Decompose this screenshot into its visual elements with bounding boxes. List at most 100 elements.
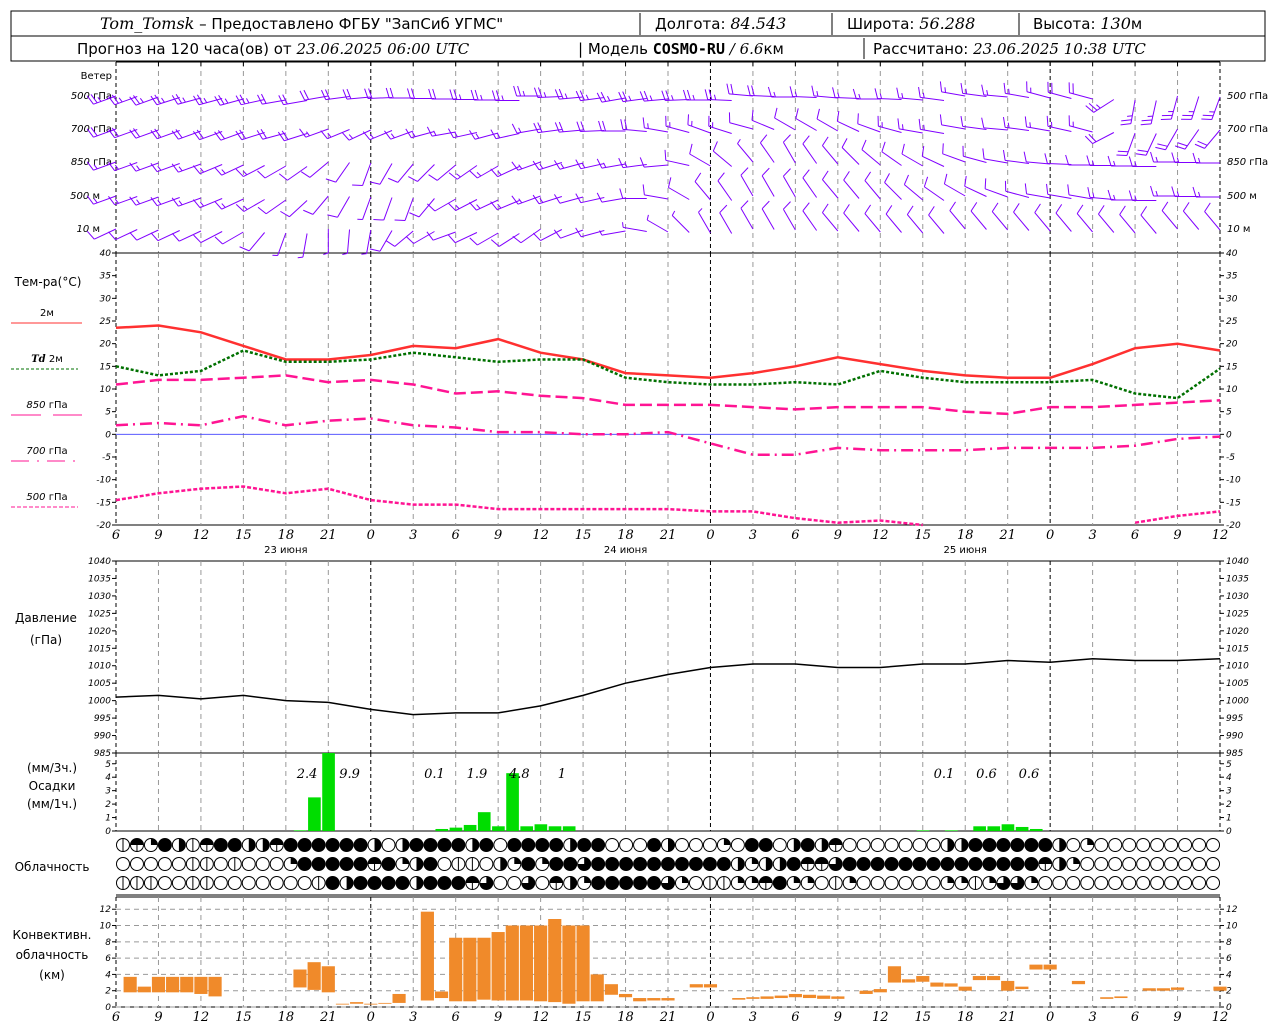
wind-barb-half-feather [1155,156,1159,163]
cloud-symbol [898,876,913,890]
wind-barb-feather [511,123,518,134]
cloud-symbol [157,876,172,890]
cloud-symbol [744,838,759,852]
wind-barb-half-feather [1007,122,1010,128]
wind-barb-staff [498,233,520,247]
cloud-symbol [521,876,536,890]
wind-barb-staff [970,210,987,230]
wind-barb-icon [1160,95,1179,120]
cloud-symbol [856,876,871,890]
convective-cloud-bar [958,986,972,991]
cloud-symbol [842,838,857,852]
wind-barb-feather [1002,149,1006,161]
wind-barb-icon [737,138,754,163]
wind-barb-feather [982,148,985,159]
wind-barb-icon [193,94,223,106]
wind-barb-feather [761,167,770,177]
cloud-symbol [800,838,815,852]
cloud-symbol [730,857,745,871]
wind-barb-icon [1135,133,1157,156]
cloud-symbol [116,876,130,890]
wind-barb-half-feather [136,165,141,171]
wind-barb-icon [759,134,775,163]
precip-tick-label-right: 1 [1226,814,1232,824]
cloud-circle-icon [1066,876,1081,890]
cloud-half-icon [779,857,787,871]
pressure-tick-label: 1035 [88,574,111,584]
convective-cloud-bar [916,976,930,982]
cloud-half-icon [1038,857,1052,864]
cloud-symbol [577,857,592,871]
cloud-circle-icon [1150,857,1165,871]
cloud-symbol [591,838,606,852]
wind-barb-staff [841,147,860,165]
wind-barb-icon [843,171,860,199]
precip-bar [916,830,930,831]
precip-tick-label: 0 [105,827,111,837]
cloud-symbol [451,857,466,871]
wind-barb-icon [639,157,669,168]
cloud-circle-icon [381,838,396,852]
latitude: Широта: 56.288 [847,14,975,33]
cloud-full-icon [912,857,927,871]
wind-barb-staff [671,215,690,233]
wind-barb-staff [222,231,244,245]
wind-barb-icon [712,141,733,167]
wind-barb-icon [964,175,987,197]
cloud-circle-icon [479,857,494,871]
wind-level-label-right: 500 гПа [1227,91,1268,102]
wind-barb-feather [1055,204,1063,214]
cloud-full-icon [605,876,620,890]
convective-tick-label-right: 8 [1226,938,1232,948]
precip-tick-label: 2 [105,800,111,810]
cloud-circle-icon [1094,857,1109,871]
wind-barb-icon [469,232,499,246]
cloud-symbol [143,857,158,871]
wind-barb-icon [1098,205,1115,233]
cloud-half-icon [416,876,423,890]
temperature-tick-label: 20 [100,340,112,350]
cloud-circle-icon [619,838,634,852]
wind-barb-feather [369,181,381,185]
precip-total-label: 0.6 [1019,767,1040,782]
wind-barb-icon [369,230,393,252]
wind-level-label: 10 м [77,224,100,235]
precip-tick-label-right: 3 [1226,787,1232,797]
cloud-full-icon [786,857,801,871]
time-axis-label: 0 [367,528,375,543]
cloud-symbol [1206,876,1221,890]
cloud-symbol [116,838,130,852]
cloud-symbol [409,838,424,852]
convective-cloud-bar [590,974,604,1002]
wind-barb-feather [822,170,829,180]
cloud-symbol [381,857,396,871]
wind-barb-feather [843,171,850,181]
cloud-symbol [968,838,983,852]
cloud-circle-icon [1136,876,1151,890]
cloud-symbol [1038,876,1053,890]
time-axis-label-bottom: 3 [749,1010,757,1024]
wind-barb-feather [214,201,223,210]
wind-barb-half-feather [475,133,480,139]
time-axis-label: 9 [834,528,842,543]
wind-barb-staff [248,232,265,252]
wind-barb-feather [537,122,543,133]
wind-barb-feather [667,177,672,188]
wind-barb-half-feather [178,166,183,172]
wind-barb-icon [1155,128,1178,151]
wind-barb-feather [428,88,433,100]
wind-barb-icon [694,172,711,201]
wind-barb-icon [861,139,881,166]
wind-barb-feather [1024,183,1028,194]
wind-barb-icon [1116,132,1136,157]
wind-barb-icon [1024,116,1051,132]
cloud-symbol [800,876,815,890]
wind-barb-icon [1192,152,1220,164]
wind-barb-feather [303,89,310,100]
wind-barb-half-feather [560,163,565,169]
wind-barb-feather [843,204,850,214]
cloud-symbol [1206,857,1221,871]
wind-barb-half-feather [118,97,123,103]
cloud-symbol [1178,876,1193,890]
cloud-symbol [241,857,256,871]
